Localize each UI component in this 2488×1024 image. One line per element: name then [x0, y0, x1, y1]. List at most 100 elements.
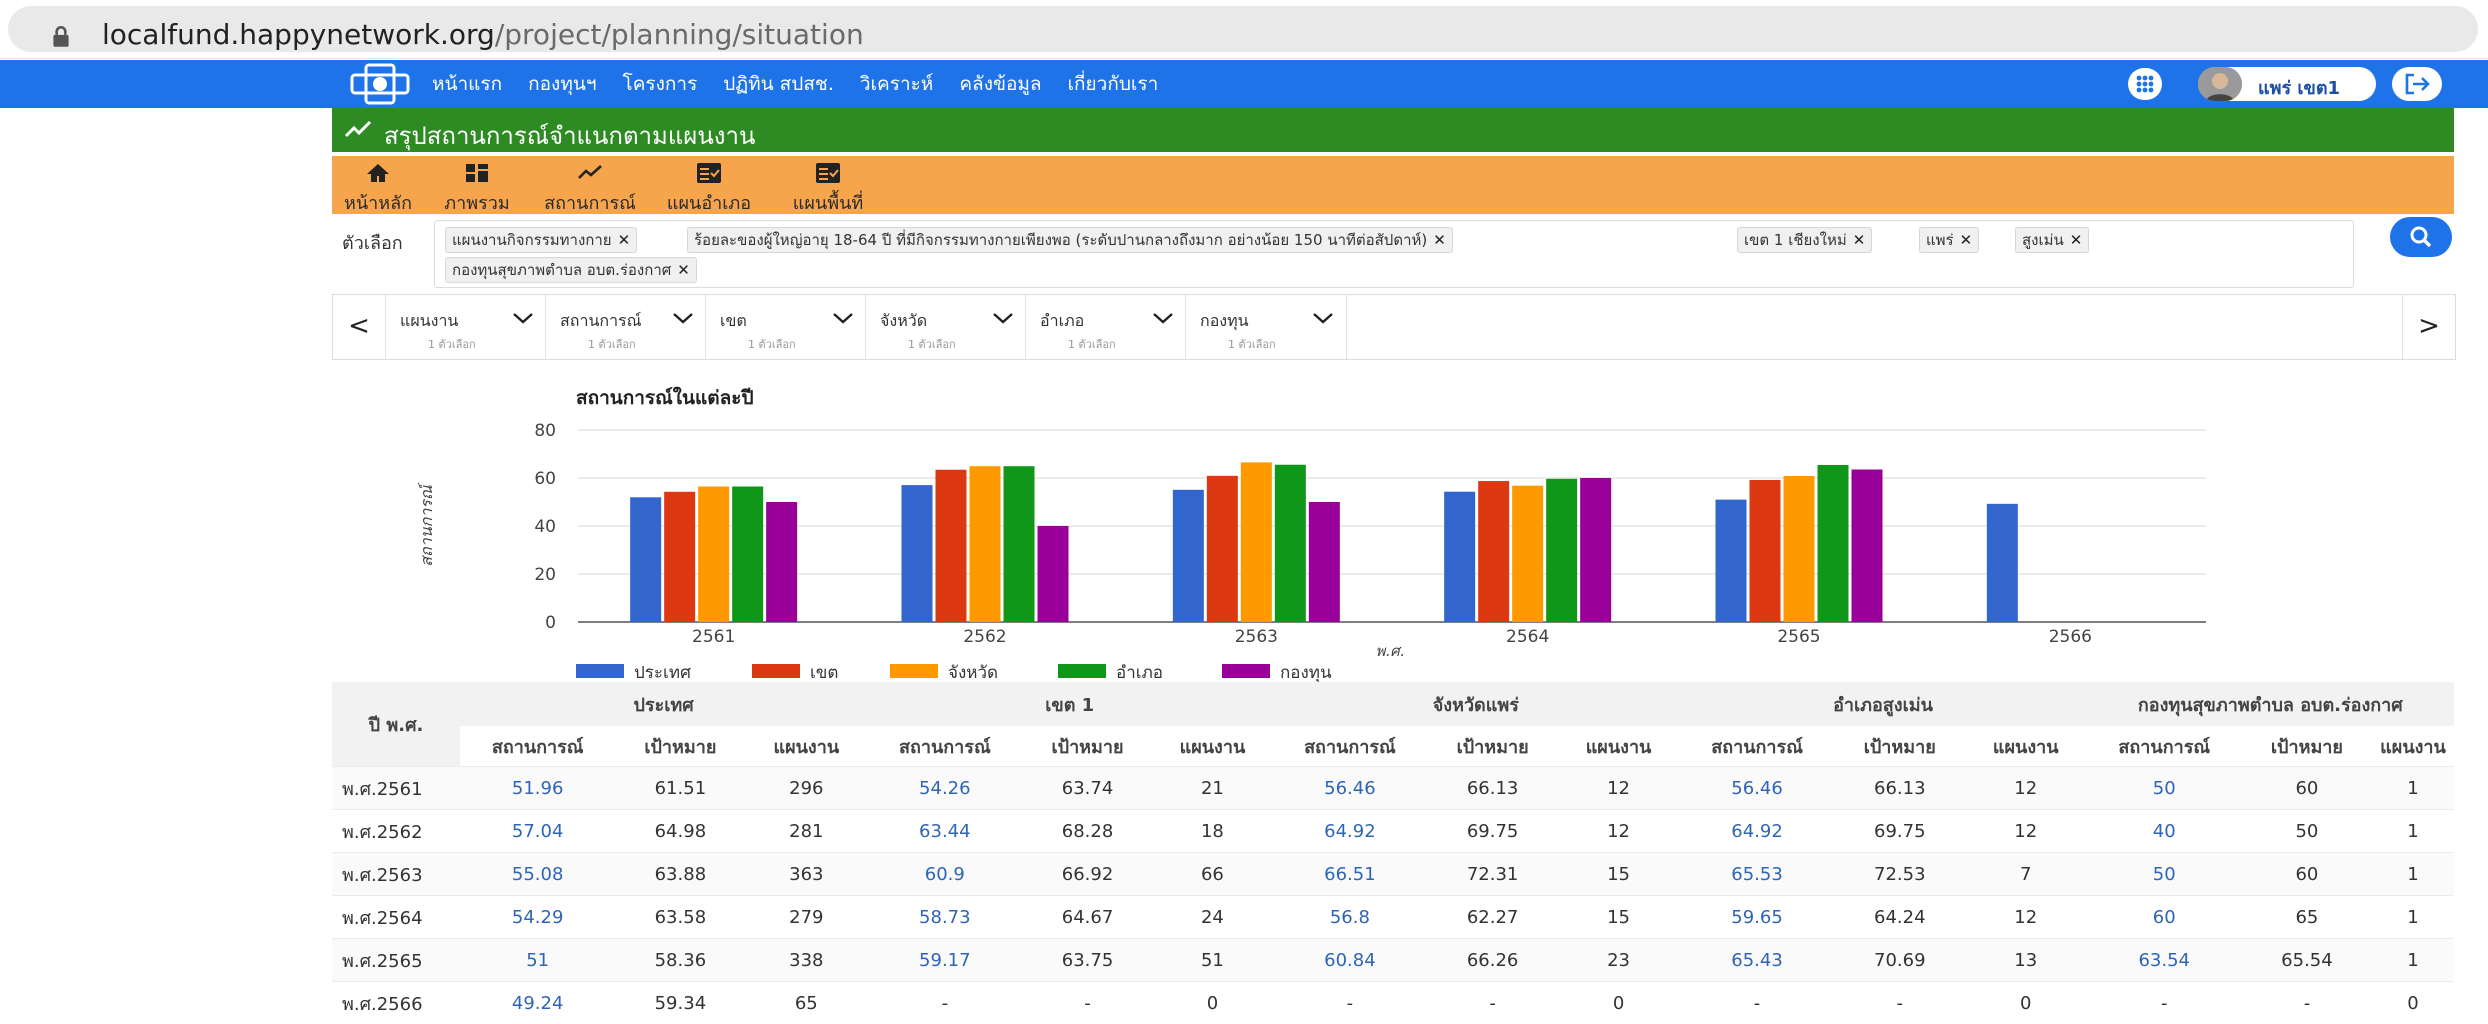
bar-อำเภอ [1275, 465, 1306, 622]
nav-item-calendar[interactable]: ปฏิทิน สปสช. [723, 69, 834, 99]
selector-count: 1 ตัวเลือก [1068, 335, 1116, 353]
selector-region[interactable]: เขต 1 ตัวเลือก [705, 295, 866, 359]
y-tick-label: 40 [534, 517, 556, 537]
toolbar-area-plan-button[interactable]: แผนพื้นที่ [778, 162, 878, 212]
x-tick-label: 2565 [1777, 627, 1820, 647]
situation-value-link[interactable]: 65.43 [1679, 939, 1834, 982]
situation-value-link[interactable]: 50 [2087, 853, 2242, 896]
situation-value-link[interactable]: 58.73 [867, 896, 1022, 939]
apps-button[interactable] [2128, 68, 2162, 100]
situation-value-link[interactable]: 64.92 [1679, 810, 1834, 853]
column-header: แผนงาน [1558, 726, 1680, 767]
selector-label: เขต [720, 309, 747, 334]
group-header-fund: กองทุนสุขภาพตำบล อบต.ร่องกาศ [2087, 682, 2454, 726]
situation-value-link[interactable]: 63.54 [2087, 939, 2242, 982]
column-header: เป้าหมาย [1428, 726, 1558, 767]
user-menu[interactable]: แพร่ เขต1 [2198, 67, 2376, 101]
table-row: พ.ศ.256649.2459.3465--0--0--0--0 [332, 982, 2454, 1024]
close-icon[interactable]: ✕ [1960, 231, 1973, 249]
table-cell: 58.36 [615, 939, 745, 982]
scroll-right-button[interactable]: > [2402, 295, 2455, 359]
site-logo[interactable] [348, 63, 412, 105]
avatar [2198, 67, 2242, 101]
filter-chip[interactable]: แผนงานกิจกรรมทางกาย✕ [445, 227, 637, 253]
situation-value-link[interactable]: 40 [2087, 810, 2242, 853]
toolbar-district-plan-label: แผนอำเภอ [662, 188, 756, 217]
selector-count: 1 ตัวเลือก [588, 335, 636, 353]
close-icon[interactable]: ✕ [618, 231, 631, 249]
nav-item-data[interactable]: คลังข้อมูล [959, 69, 1041, 99]
bar-กองทุน [1309, 502, 1340, 622]
situation-value-link[interactable]: 49.24 [460, 982, 615, 1024]
situation-value-link[interactable]: 55.08 [460, 853, 615, 896]
selector-plan[interactable]: แผนงาน 1 ตัวเลือก [385, 295, 546, 359]
situation-value-link[interactable]: 59.17 [867, 939, 1022, 982]
filter-chip[interactable]: แพร่✕ [1919, 227, 1979, 253]
situation-value-link[interactable]: 60.9 [867, 853, 1022, 896]
filter-chip-input[interactable]: แผนงานกิจกรรมทางกาย✕ ร้อยละของผู้ใหญ่อาย… [434, 220, 2354, 288]
x-axis-label: พ.ศ. [1376, 642, 1405, 660]
selector-fund[interactable]: กองทุน 1 ตัวเลือก [1185, 295, 1347, 359]
situation-value-link[interactable]: 51 [460, 939, 615, 982]
situation-value-link[interactable]: 66.51 [1272, 853, 1427, 896]
chevron-down-icon [1312, 311, 1334, 325]
selector-province[interactable]: จังหวัด 1 ตัวเลือก [865, 295, 1026, 359]
situation-value-link[interactable]: 63.44 [867, 810, 1022, 853]
situation-value-link[interactable]: 54.26 [867, 767, 1022, 810]
close-icon[interactable]: ✕ [1853, 231, 1866, 249]
table-cell: 1 [2372, 939, 2454, 982]
toolbar-overview-button[interactable]: ภาพรวม [436, 162, 518, 212]
filter-chip[interactable]: กองทุนสุขภาพตำบล อบต.ร่องกาศ✕ [445, 257, 697, 283]
table-cell: 338 [745, 939, 867, 982]
column-header: เป้าหมาย [1022, 726, 1152, 767]
toolbar-situation-button[interactable]: สถานการณ์ [540, 162, 640, 212]
bar-จังหวัด [698, 486, 729, 622]
scroll-left-button[interactable]: < [333, 295, 385, 359]
situation-value-link[interactable]: 56.8 [1272, 896, 1427, 939]
filter-chip[interactable]: สูงเม่น✕ [2015, 227, 2089, 253]
url-field[interactable]: localfund.happynetwork.org/project/plann… [8, 6, 2478, 52]
chart-title: สถานการณ์ในแต่ละปี [576, 386, 754, 409]
situation-value-link[interactable]: 50 [2087, 767, 2242, 810]
table-cell: - [1428, 982, 1558, 1024]
situation-value-link[interactable]: 51.96 [460, 767, 615, 810]
nav-item-about[interactable]: เกี่ยวกับเรา [1068, 69, 1159, 99]
situation-value-link[interactable]: 56.46 [1679, 767, 1834, 810]
table-cell: 0 [1153, 982, 1273, 1024]
selector-count: 1 ตัวเลือก [748, 335, 796, 353]
situation-value-link[interactable]: 64.92 [1272, 810, 1427, 853]
filter-chip[interactable]: เขต 1 เชียงใหม่✕ [1737, 227, 1872, 253]
situation-value-link[interactable]: 56.46 [1272, 767, 1427, 810]
close-icon[interactable]: ✕ [1433, 231, 1446, 249]
selector-situation[interactable]: สถานการณ์ 1 ตัวเลือก [545, 295, 706, 359]
search-button[interactable] [2390, 217, 2452, 257]
close-icon[interactable]: ✕ [2070, 231, 2083, 249]
situation-value-link[interactable]: 54.29 [460, 896, 615, 939]
logout-button[interactable] [2392, 67, 2442, 101]
situation-value-link[interactable]: 59.65 [1679, 896, 1834, 939]
nav-item-projects[interactable]: โครงการ [623, 69, 698, 99]
selector-district[interactable]: อำเภอ 1 ตัวเลือก [1025, 295, 1186, 359]
toolbar-district-plan-button[interactable]: แผนอำเภอ [662, 162, 756, 212]
toolbar-home-button[interactable]: หน้าหลัก [342, 162, 414, 212]
nav-item-home[interactable]: หน้าแรก [432, 69, 502, 99]
table-cell: 21 [1153, 767, 1273, 810]
table-cell: 65 [2242, 896, 2372, 939]
bar-เขต [664, 492, 695, 622]
situation-value-link[interactable]: 57.04 [460, 810, 615, 853]
situation-value-link[interactable]: 60 [2087, 896, 2242, 939]
search-icon [2390, 217, 2452, 257]
toolbar-home-label: หน้าหลัก [342, 188, 414, 217]
table-cell: 12 [1965, 810, 2087, 853]
bar-ประเทศ [630, 497, 661, 622]
situation-value-link[interactable]: 65.53 [1679, 853, 1834, 896]
situation-value-link[interactable]: 60.84 [1272, 939, 1427, 982]
close-icon[interactable]: ✕ [677, 261, 690, 279]
table-cell: 62.27 [1428, 896, 1558, 939]
nav-item-analysis[interactable]: วิเคราะห์ [860, 69, 933, 99]
nav-item-funds[interactable]: กองทุนฯ [528, 69, 596, 99]
filter-chip[interactable]: ร้อยละของผู้ใหญ่อายุ 18-64 ปี ที่มีกิจกร… [687, 227, 1453, 253]
browser-address-bar: localfund.happynetwork.org/project/plann… [0, 0, 2488, 59]
table-cell: 69.75 [1835, 810, 1965, 853]
table-cell: 63.88 [615, 853, 745, 896]
